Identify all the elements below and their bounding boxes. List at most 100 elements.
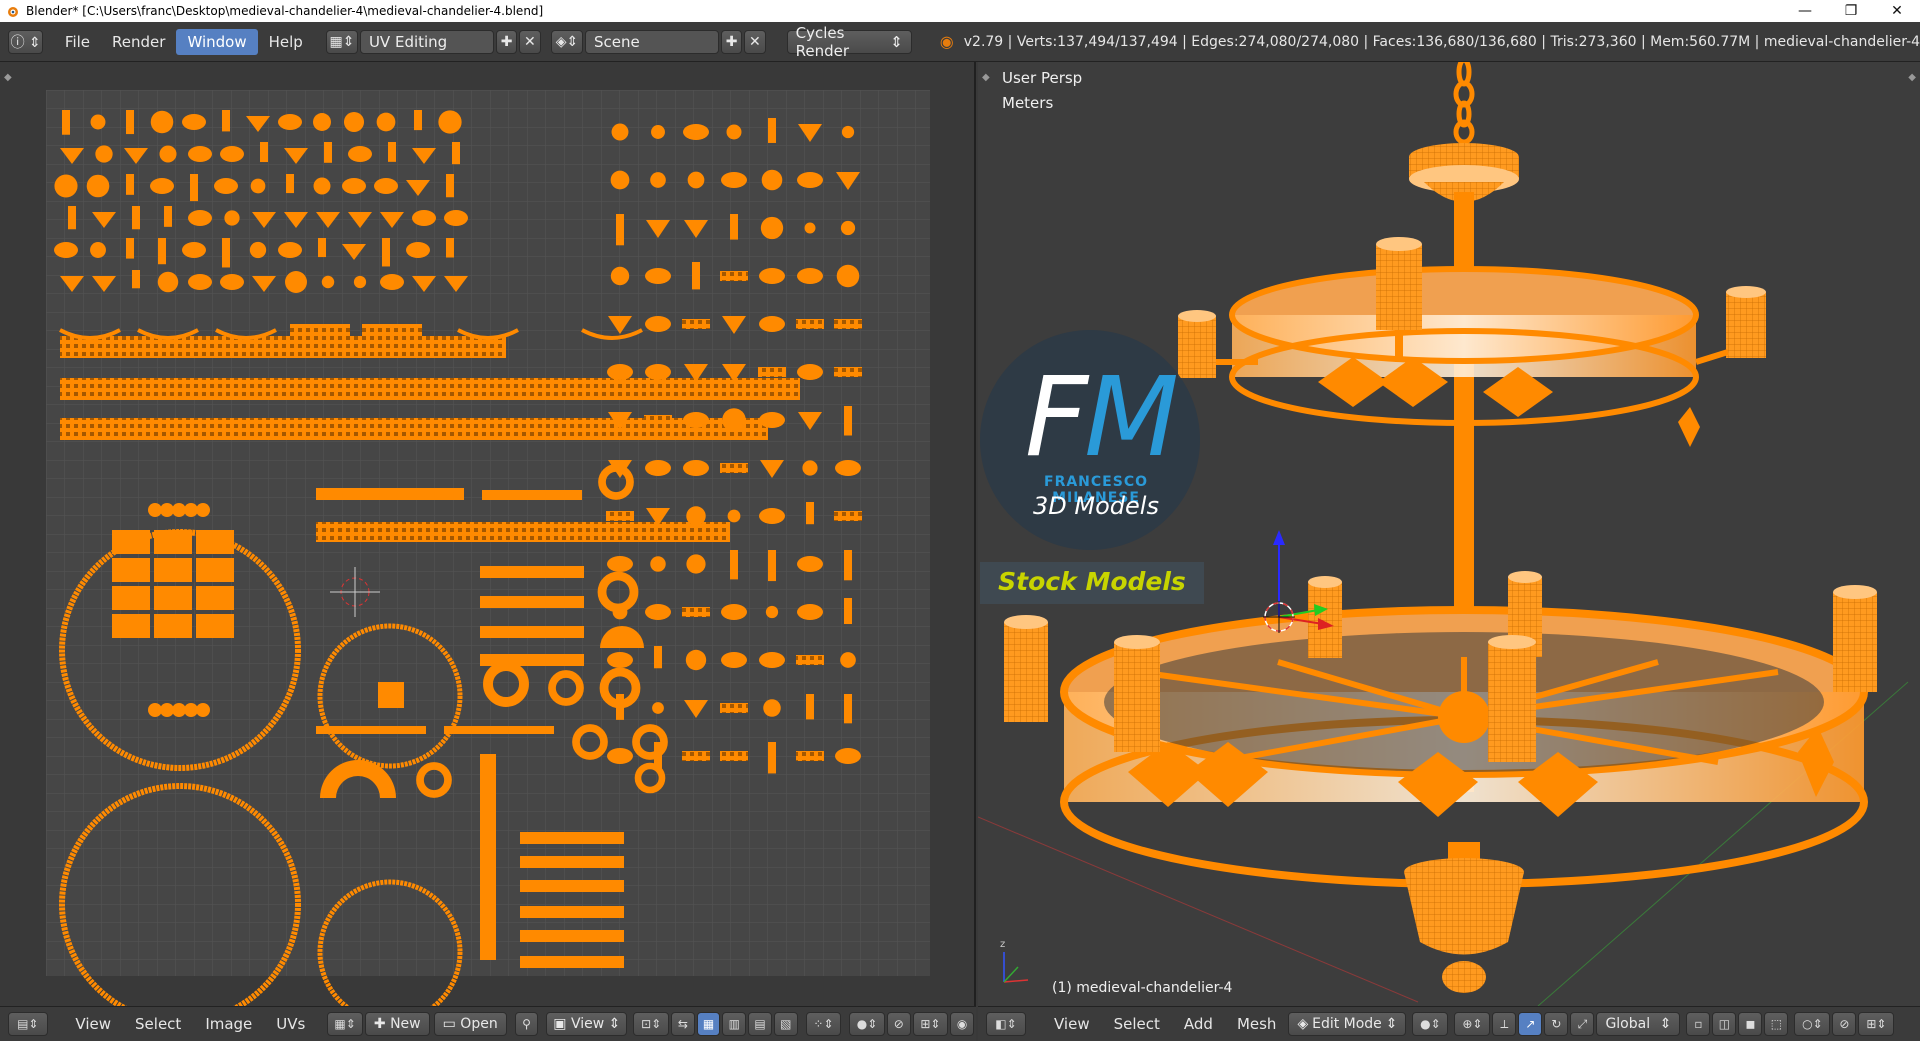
face-select-icon[interactable]: ▤ — [748, 1012, 772, 1036]
uv-small-island[interactable] — [796, 655, 824, 665]
uv-small-island[interactable] — [682, 751, 710, 761]
uv-small-island[interactable] — [797, 556, 823, 572]
uv-strip-island[interactable] — [480, 754, 496, 960]
vp-menu-mesh[interactable]: Mesh — [1225, 1015, 1289, 1033]
proportional-edit-icon[interactable]: ●⇕ — [849, 1012, 885, 1036]
uv-small-island[interactable] — [278, 114, 302, 130]
uv-small-island[interactable] — [806, 694, 814, 720]
uv-small-island[interactable] — [759, 412, 785, 428]
uv-small-island[interactable] — [343, 111, 365, 133]
uv-small-island[interactable] — [759, 508, 785, 524]
uv-small-island[interactable] — [768, 550, 776, 582]
uv-small-island[interactable] — [645, 460, 671, 476]
uv-small-island[interactable] — [652, 702, 664, 714]
uv-small-island[interactable] — [164, 206, 172, 227]
menu-help[interactable]: Help — [258, 29, 314, 55]
uv-strip-island[interactable] — [290, 324, 350, 336]
uv-block-island[interactable] — [196, 530, 234, 554]
uv-small-island[interactable] — [132, 270, 140, 289]
uv-small-island[interactable] — [840, 652, 856, 668]
view-mode-dropdown[interactable]: ▣ View ⇕ — [546, 1012, 628, 1036]
uv-small-island[interactable] — [834, 319, 862, 329]
uv-small-island[interactable] — [90, 242, 106, 258]
uv-small-island[interactable] — [612, 604, 628, 620]
pivot-point-icon[interactable]: ⊕⇕ — [1454, 1012, 1491, 1036]
uv-small-island[interactable] — [836, 264, 860, 288]
uv-small-island[interactable] — [797, 604, 823, 620]
uv-small-island[interactable] — [844, 406, 852, 436]
maximize-button[interactable]: ❐ — [1828, 0, 1874, 22]
uv-canvas[interactable] — [0, 62, 976, 1006]
uv-dot-island[interactable] — [160, 703, 174, 717]
uv-small-island[interactable] — [126, 174, 134, 195]
uv-bar-island[interactable] — [480, 626, 584, 638]
uv-small-island[interactable] — [380, 274, 404, 290]
delete-scene-button[interactable]: ✕ — [744, 29, 766, 54]
uv-block-island[interactable] — [154, 614, 192, 638]
uv-block-island[interactable] — [154, 530, 192, 554]
vertex-select-icon[interactable]: ▦ — [696, 1012, 721, 1036]
uv-small-island[interactable] — [220, 274, 244, 290]
uv-small-island[interactable] — [645, 316, 671, 332]
delete-layout-button[interactable]: ✕ — [519, 29, 541, 54]
uv-dot-island[interactable] — [172, 503, 186, 517]
uv-small-island[interactable] — [353, 275, 367, 289]
uv-small-island[interactable] — [654, 742, 662, 771]
uv-small-island[interactable] — [768, 118, 776, 143]
add-layout-button[interactable]: ✚ — [495, 29, 518, 54]
uv-small-island[interactable] — [126, 110, 134, 135]
uv-small-island[interactable] — [797, 268, 823, 284]
uv-small-island[interactable] — [157, 271, 179, 293]
uv-strip-island[interactable] — [316, 726, 426, 734]
uv-small-island[interactable] — [286, 174, 294, 194]
screen-layout-selector[interactable]: ▦⇕ — [326, 29, 358, 54]
snap-toggle-icon[interactable]: ⊘ — [1832, 1012, 1857, 1036]
uv-small-island[interactable] — [68, 206, 76, 230]
uv-small-island[interactable] — [645, 604, 671, 620]
uv-small-island[interactable] — [313, 177, 331, 195]
menu-window[interactable]: Window — [176, 28, 258, 55]
pivot-icon[interactable]: ⊡⇕ — [633, 1012, 669, 1036]
uv-menu-view[interactable]: View — [63, 1015, 123, 1033]
uv-small-island[interactable] — [761, 169, 783, 191]
uv-small-island[interactable] — [806, 502, 814, 525]
uv-small-island[interactable] — [686, 554, 706, 574]
uv-small-island[interactable] — [388, 142, 396, 162]
uv-small-island[interactable] — [376, 112, 396, 132]
uv-small-island[interactable] — [452, 142, 460, 165]
uv-small-island[interactable] — [382, 238, 390, 267]
uv-small-island[interactable] — [683, 412, 709, 428]
uv-small-island[interactable] — [444, 210, 468, 226]
pin-uv-icon[interactable]: ◉ — [950, 1012, 974, 1036]
vertex-select-mode-icon[interactable]: ▫ — [1686, 1012, 1711, 1036]
uv-block-island[interactable] — [112, 558, 150, 582]
uv-small-island[interactable] — [720, 271, 748, 281]
uv-image-editor[interactable]: ◆ — [0, 62, 976, 1006]
uv-small-island[interactable] — [758, 367, 786, 377]
uv-small-island[interactable] — [318, 238, 326, 258]
uv-small-island[interactable] — [759, 268, 785, 284]
transform-orientation-dropdown[interactable]: Global ⇕ — [1596, 1012, 1681, 1036]
screen-layout-field[interactable]: UV Editing — [359, 29, 494, 54]
uv-block-island[interactable] — [378, 682, 404, 708]
uv-small-island[interactable] — [834, 511, 862, 521]
uv-small-island[interactable] — [54, 174, 78, 198]
uv-small-island[interactable] — [720, 463, 748, 473]
sync-selection-icon[interactable]: ⇆ — [670, 1012, 695, 1036]
uv-small-island[interactable] — [796, 751, 824, 761]
uv-small-island[interactable] — [844, 694, 852, 724]
uv-bar-island[interactable] — [520, 856, 624, 868]
uv-small-island[interactable] — [730, 550, 738, 580]
uv-small-island[interactable] — [190, 174, 198, 202]
menu-file[interactable]: File — [54, 29, 101, 55]
mode-dropdown[interactable]: ◈ Edit Mode ⇕ — [1288, 1012, 1407, 1036]
uv-small-island[interactable] — [611, 123, 629, 141]
uv-small-island[interactable] — [645, 268, 671, 284]
uv-strip-island[interactable] — [444, 726, 554, 734]
occlude-geometry-icon[interactable]: ⬚ — [1764, 1012, 1789, 1036]
uv-small-island[interactable] — [727, 509, 741, 523]
uv-menu-uvs[interactable]: UVs — [264, 1015, 317, 1033]
uv-small-island[interactable] — [721, 652, 747, 668]
snap-element-icon[interactable]: ⊞⇕ — [1858, 1012, 1895, 1036]
edge-select-mode-icon[interactable]: ◫ — [1712, 1012, 1737, 1036]
